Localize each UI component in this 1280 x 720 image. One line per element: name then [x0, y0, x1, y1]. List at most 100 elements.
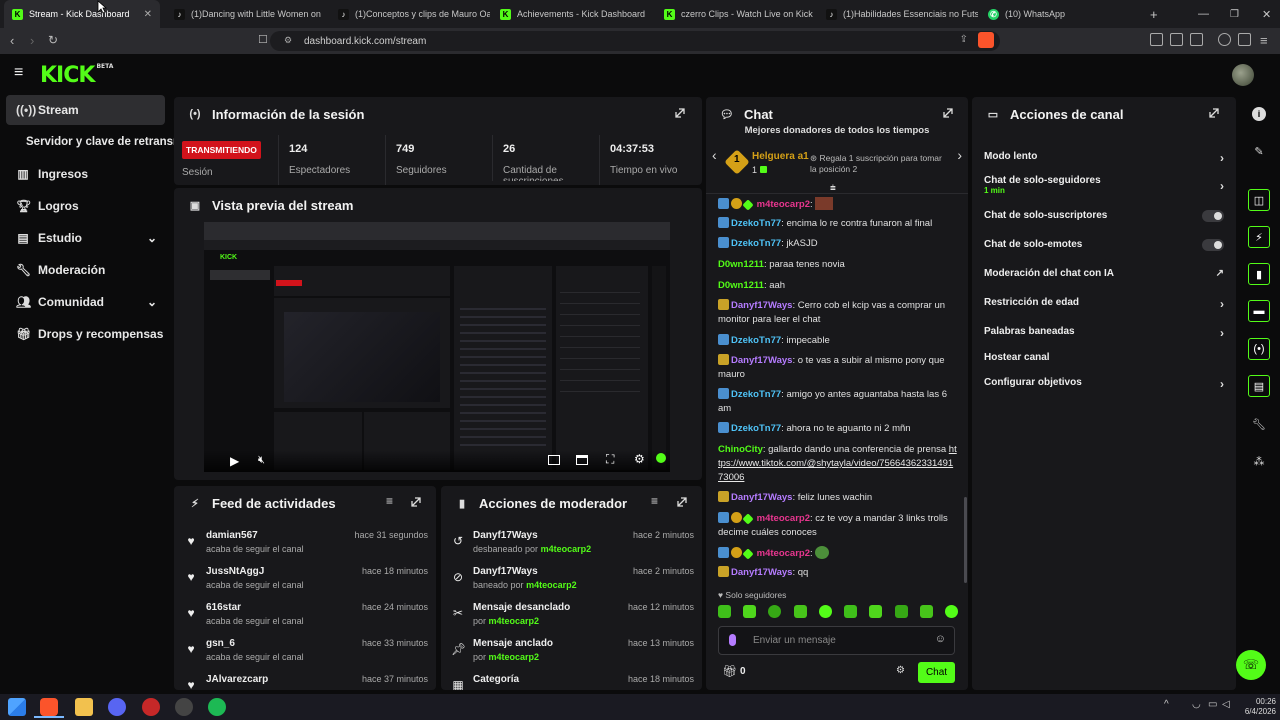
volume-icon[interactable]: ◁ — [1222, 699, 1230, 710]
support-button[interactable]: ☏ — [1236, 650, 1266, 680]
chat-username[interactable]: Danyf17Ways — [731, 355, 792, 366]
expand-icon[interactable] — [676, 496, 688, 508]
mute-icon[interactable]: 🔇︎ — [258, 454, 265, 467]
expand-icon[interactable] — [942, 107, 954, 119]
info-icon[interactable]: i — [1248, 103, 1270, 125]
chat-username[interactable]: m4teocarp2 — [757, 199, 810, 210]
reload-icon[interactable]: ↻ — [48, 33, 58, 47]
tab-tiktok-3[interactable]: ♪ (1)Habilidades Essenciais no Futsal p — [818, 0, 978, 28]
mod-action-target[interactable]: Danyf17Ways — [473, 530, 538, 541]
close-tab-icon[interactable]: ✕ — [144, 9, 152, 20]
sidebar-item-server-key[interactable]: Servidor y clave de retransm — [16, 127, 176, 157]
filter-icon[interactable]: ≡ — [386, 494, 393, 508]
sidebar-toggle-icon[interactable] — [1238, 33, 1251, 46]
sidebar-item-drops[interactable]: 🎁︎ Drops y recompensas — [6, 319, 165, 349]
chat-username[interactable]: Danyf17Ways — [731, 567, 792, 578]
chat-input[interactable]: Enviar un mensaje ☺ — [718, 626, 955, 655]
mod-action-by[interactable]: m4teocarp2 — [541, 544, 592, 554]
emote-icon[interactable] — [718, 605, 731, 618]
send-chat-button[interactable]: Chat — [918, 662, 955, 683]
expand-icon[interactable] — [674, 107, 686, 119]
brave-shield-icon[interactable] — [978, 32, 994, 48]
chat-widget-icon[interactable]: ▬ — [1248, 300, 1270, 322]
top-donor-name[interactable]: Helguera a1 — [752, 151, 809, 162]
actions-widget-icon[interactable]: ▤ — [1248, 375, 1270, 397]
address-bar[interactable]: ⚙ dashboard.kick.com/stream ⇪ — [270, 31, 1000, 51]
share-icon[interactable]: ⇪ — [960, 34, 968, 45]
action-age-restriction[interactable]: Restricción de edad › — [984, 297, 1224, 311]
emote-icon[interactable] — [743, 605, 757, 618]
menu-icon[interactable]: ≡ — [1260, 33, 1268, 48]
emote-icon[interactable] — [919, 605, 933, 618]
expand-icon[interactable] — [1208, 107, 1220, 119]
chat-username[interactable]: DzekoTn77 — [731, 335, 781, 346]
spotify-icon[interactable] — [208, 698, 226, 716]
wallet-icon[interactable] — [1190, 33, 1203, 46]
close-window-button[interactable]: ✕ — [1254, 0, 1279, 28]
wrench-icon[interactable]: 🔧︎ — [1248, 413, 1270, 435]
chat-username[interactable]: DzekoTn77 — [731, 423, 781, 434]
mod-action-by[interactable]: m4teocarp2 — [489, 652, 540, 662]
sidebar-item-moderacion[interactable]: 🔧︎ Moderación — [6, 255, 165, 285]
music-icon[interactable] — [1218, 33, 1231, 46]
back-icon[interactable]: ‹ — [10, 33, 14, 48]
hamburger-menu-icon[interactable]: ≡ — [14, 64, 23, 82]
activity-user[interactable]: 616star — [206, 602, 241, 613]
chat-scrollbar[interactable] — [964, 497, 967, 583]
obs-icon[interactable] — [175, 698, 193, 716]
tab-czerro-clips[interactable]: K czerro Clips - Watch Live on Kick — [656, 0, 816, 28]
gift-icon[interactable]: 🎁︎ — [722, 664, 737, 678]
subscribers-only-toggle[interactable] — [1202, 210, 1224, 222]
chat-username[interactable]: Danyf17Ways — [731, 300, 792, 311]
clock[interactable]: 00:26 6/4/2026 — [1236, 697, 1276, 717]
windows-start-icon[interactable] — [8, 698, 26, 716]
sidebar-item-comunidad[interactable]: 👥︎ Comunidad ⌄ — [6, 287, 165, 317]
file-explorer-icon[interactable] — [75, 698, 93, 716]
emoji-icon[interactable]: ☺ — [935, 633, 946, 645]
mic-icon[interactable] — [729, 634, 736, 646]
sidebar-item-estudio[interactable]: ▤ Estudio ⌄ — [6, 223, 165, 253]
chat-settings-icon[interactable]: ⚙ — [896, 665, 905, 676]
tab-whatsapp[interactable]: ✆ (10) WhatsApp — [980, 0, 1130, 28]
mod-action-by[interactable]: m4teocarp2 — [489, 616, 540, 626]
chat-username[interactable]: DzekoTn77 — [731, 218, 781, 229]
action-banned-words[interactable]: Palabras baneadas › — [984, 326, 1224, 340]
chevron-right-icon[interactable]: › — [957, 147, 962, 163]
activity-user[interactable]: damian567 — [206, 530, 258, 541]
emote-icon[interactable] — [894, 605, 908, 618]
puzzle-icon[interactable] — [1170, 33, 1183, 46]
site-info-icon[interactable]: ⚙ — [284, 35, 292, 46]
gift-prompt[interactable]: ⊛ Regala 1 suscripción para tomar la pos… — [810, 153, 950, 175]
brave-icon[interactable] — [40, 698, 58, 716]
action-slow-mode[interactable]: Modo lento › — [984, 151, 1224, 165]
kick-logo[interactable]: KICK BETA — [40, 63, 113, 88]
emote-icon[interactable] — [793, 605, 807, 618]
chat-username[interactable]: DzekoTn77 — [731, 238, 781, 249]
action-followers-only[interactable]: Chat de solo-seguidores 1 min › — [984, 175, 1224, 199]
extension-icon[interactable] — [1150, 33, 1163, 46]
headset-icon[interactable]: ◡ — [1192, 699, 1201, 710]
expand-icon[interactable] — [410, 496, 422, 508]
sidebar-item-logros[interactable]: 🏆︎ Logros — [6, 191, 165, 221]
action-host-channel[interactable]: Hostear canal — [984, 352, 1224, 366]
activity-user[interactable]: gsn_6 — [206, 638, 235, 649]
fullscreen-icon[interactable]: ⛶ — [606, 452, 614, 467]
chat-username[interactable]: D0wn1211 — [718, 259, 764, 270]
action-configure-goals[interactable]: Configurar objetivos › — [984, 377, 1224, 391]
tab-tiktok-1[interactable]: ♪ (1)Dancing with Little Women on — [166, 0, 326, 28]
chat-username[interactable]: Danyf17Ways — [731, 492, 792, 503]
bookmark-icon[interactable]: ☐ — [258, 33, 268, 46]
pip-icon[interactable] — [548, 455, 560, 465]
nodes-icon[interactable]: ⁂ — [1248, 450, 1270, 472]
mod-action-by[interactable]: m4teocarp2 — [526, 580, 577, 590]
action-ai-moderation[interactable]: Moderación del chat con IA ↗ — [984, 268, 1224, 282]
chevron-up-icon[interactable]: ^ — [1164, 699, 1169, 710]
emote-icon[interactable] — [844, 605, 858, 618]
tab-tiktok-2[interactable]: ♪ (1)Conceptos y clips de Mauro Oakd — [330, 0, 490, 28]
emote-icon[interactable] — [768, 605, 782, 618]
edit-icon[interactable]: ✎ — [1248, 140, 1270, 162]
settings-icon[interactable]: ⚙ — [634, 452, 645, 466]
app-icon[interactable] — [142, 698, 160, 716]
broadcast-widget-icon[interactable]: (•) — [1248, 338, 1270, 360]
play-icon[interactable]: ▶ — [230, 454, 239, 468]
